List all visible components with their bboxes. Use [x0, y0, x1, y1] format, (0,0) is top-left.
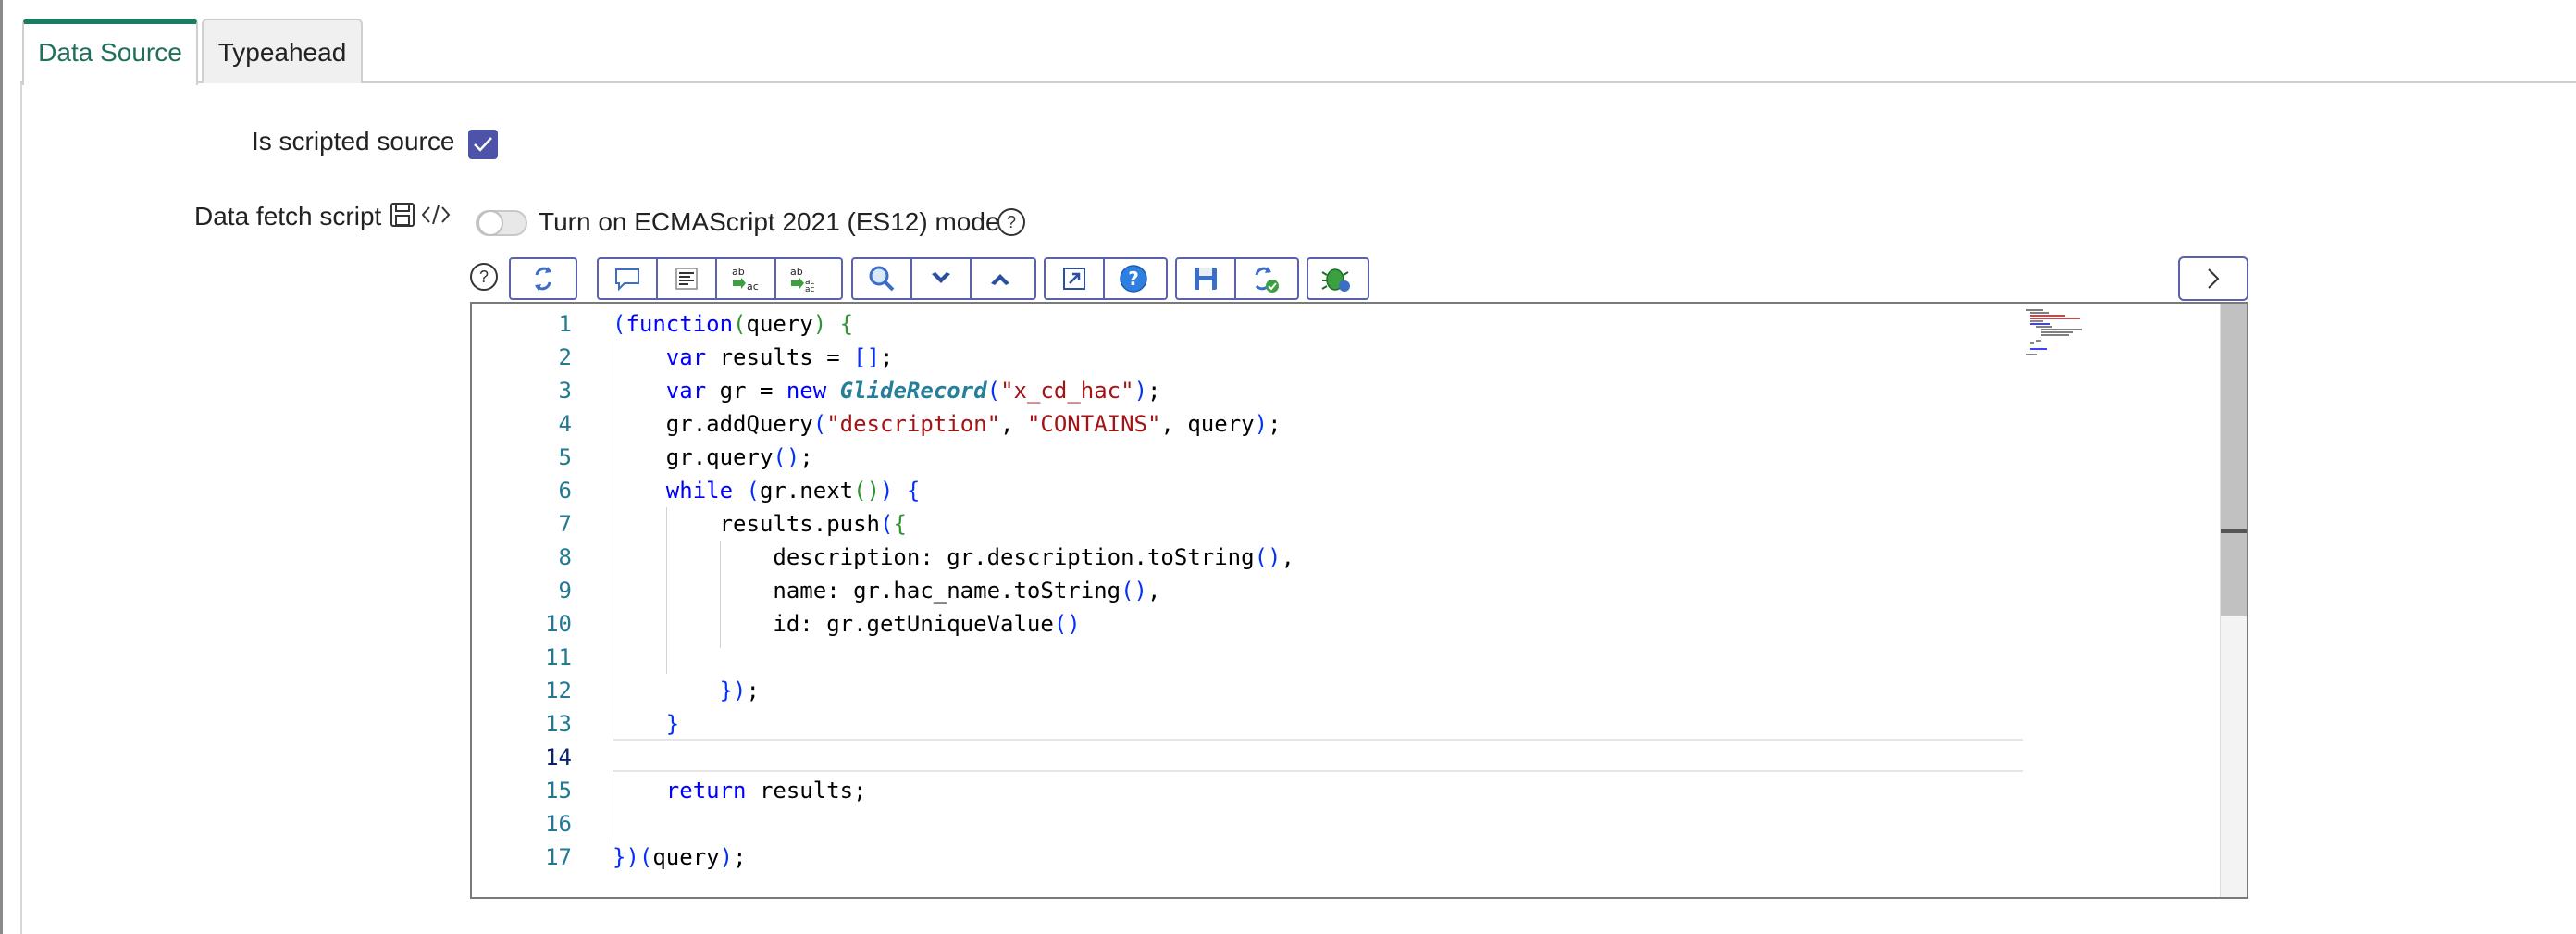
svg-text:?: ? — [1128, 268, 1139, 290]
svg-text:ac: ac — [805, 285, 815, 293]
code-text: name: gr.hac_name.toString(), — [613, 578, 1161, 604]
code-text: }); — [719, 678, 760, 704]
chevron-right-icon — [2208, 268, 2220, 289]
code-line[interactable]: 5 gr.query(); — [472, 441, 2247, 474]
toolbar-group-view: ? — [1044, 257, 1168, 300]
tab-data-source[interactable]: Data Source — [22, 19, 198, 85]
line-number: 16 — [545, 811, 572, 837]
line-number: 1 — [558, 311, 572, 337]
line-number: 4 — [558, 411, 572, 437]
line-number: 10 — [545, 611, 572, 637]
svg-text:ab: ab — [790, 266, 803, 278]
code-minimap[interactable] — [2025, 307, 2117, 381]
line-number: 2 — [558, 344, 572, 370]
toolbar-group-save — [1175, 257, 1299, 300]
tab-baseline — [20, 81, 2576, 83]
code-text: } — [665, 711, 680, 737]
toggle-knob — [477, 210, 503, 236]
code-editor[interactable]: 1 (function(query) {2 var results = []; 3 … — [470, 302, 2248, 899]
scrollbar-thumb[interactable] — [2221, 304, 2247, 616]
line-number: 13 — [545, 711, 572, 737]
code-view-icon[interactable] — [420, 202, 452, 228]
question-circle-icon[interactable]: ? — [470, 263, 498, 291]
code-text: var results = []; — [665, 344, 894, 370]
code-line[interactable]: 7 results.push({ — [472, 507, 2247, 541]
panel-left-border — [20, 83, 22, 934]
code-line[interactable]: 1 (function(query) { — [472, 307, 2247, 341]
help-icon[interactable]: ? — [1105, 259, 1162, 298]
line-number: 11 — [545, 644, 572, 670]
line-number: 12 — [545, 678, 572, 704]
code-text: while (gr.next()) { — [665, 478, 921, 504]
code-text: (function(query) { — [613, 311, 854, 337]
code-line[interactable]: 16 — [472, 807, 2247, 841]
scrollbar-cursor-marker — [2221, 529, 2247, 533]
checkmark-icon — [474, 137, 492, 152]
code-text: results.push({ — [613, 511, 907, 537]
line-number: 9 — [558, 578, 572, 604]
replace-all-icon[interactable]: ab ac ac — [776, 259, 834, 298]
code-text: return results; — [665, 778, 867, 803]
code-line[interactable]: 12 }); — [472, 674, 2247, 707]
es12-mode-label: Turn on ECMAScript 2021 (ES12) mode — [539, 207, 1000, 236]
line-number: 5 — [558, 444, 572, 470]
replace-icon[interactable]: ab ac — [717, 259, 776, 298]
code-line[interactable]: 6 while (gr.next()) { — [472, 474, 2247, 507]
expand-toolbar-button[interactable] — [2178, 256, 2248, 301]
refresh-script-icon[interactable] — [511, 259, 576, 298]
line-number: 17 — [545, 844, 572, 870]
code-text: description: gr.description.toString(), — [613, 544, 1294, 570]
code-line[interactable]: 2 var results = []; — [472, 341, 2247, 374]
toolbar-group-debug — [1307, 257, 1369, 300]
editor-scrollbar[interactable] — [2220, 304, 2247, 897]
line-number: 7 — [558, 511, 572, 537]
code-line[interactable]: 14 — [472, 741, 2247, 774]
line-number: 14 — [545, 744, 572, 770]
code-lines: 1 (function(query) {2 var results = []; 3 … — [472, 307, 2247, 874]
svg-text:ac: ac — [747, 280, 759, 293]
toolbar-group-edit: ab ac ab ac ac — [597, 257, 843, 300]
line-number: 8 — [558, 544, 572, 570]
toolbar-group-search — [851, 257, 1036, 300]
es12-help-icon[interactable]: ? — [997, 208, 1025, 236]
code-line[interactable]: 3 var gr = new GlideRecord("x_cd_hac"); — [472, 374, 2247, 407]
code-line[interactable]: 13 } — [472, 707, 2247, 741]
format-icon[interactable] — [658, 259, 717, 298]
line-number: 6 — [558, 478, 572, 504]
code-line[interactable]: 10 id: gr.getUniqueValue() — [472, 607, 2247, 641]
is-scripted-source-checkbox[interactable] — [468, 130, 498, 159]
sync-icon[interactable] — [1236, 259, 1294, 298]
open-fullscreen-icon[interactable] — [1046, 259, 1105, 298]
code-line[interactable]: 17 })(query); — [472, 841, 2247, 874]
tab-typeahead[interactable]: Typeahead — [202, 19, 363, 83]
code-text: var gr = new GlideRecord("x_cd_hac"); — [665, 378, 1161, 404]
search-icon[interactable] — [853, 259, 912, 298]
page-left-border — [0, 0, 3, 934]
code-line[interactable]: 9 name: gr.hac_name.toString(), — [472, 574, 2247, 607]
code-text: gr.addQuery("description", "CONTAINS", q… — [613, 411, 1282, 437]
next-icon[interactable] — [912, 259, 972, 298]
debug-icon[interactable] — [1308, 259, 1366, 298]
code-text: id: gr.getUniqueValue() — [613, 611, 1081, 637]
data-fetch-script-label: Data fetch script — [194, 202, 382, 230]
toolbar-group-refresh — [509, 257, 577, 300]
svg-text:ab: ab — [732, 266, 745, 278]
code-line[interactable]: 15 return results; — [472, 774, 2247, 807]
is-scripted-source-label: Is scripted source — [252, 127, 455, 156]
save-icon[interactable] — [1177, 259, 1236, 298]
code-line[interactable]: 11 — [472, 641, 2247, 674]
comment-icon[interactable] — [599, 259, 658, 298]
code-text: gr.query(); — [613, 444, 813, 470]
code-line[interactable]: 8 description: gr.description.toString()… — [472, 541, 2247, 574]
line-number: 15 — [545, 778, 572, 803]
line-number: 3 — [558, 378, 572, 404]
es12-mode-toggle[interactable] — [476, 210, 527, 236]
previous-icon[interactable] — [972, 259, 1029, 298]
code-line[interactable]: 4 gr.addQuery("description", "CONTAINS",… — [472, 407, 2247, 441]
save-script-icon[interactable] — [389, 201, 416, 229]
code-text: })(query); — [613, 844, 747, 870]
tab-bar: Data Source Typeahead — [20, 0, 2576, 85]
